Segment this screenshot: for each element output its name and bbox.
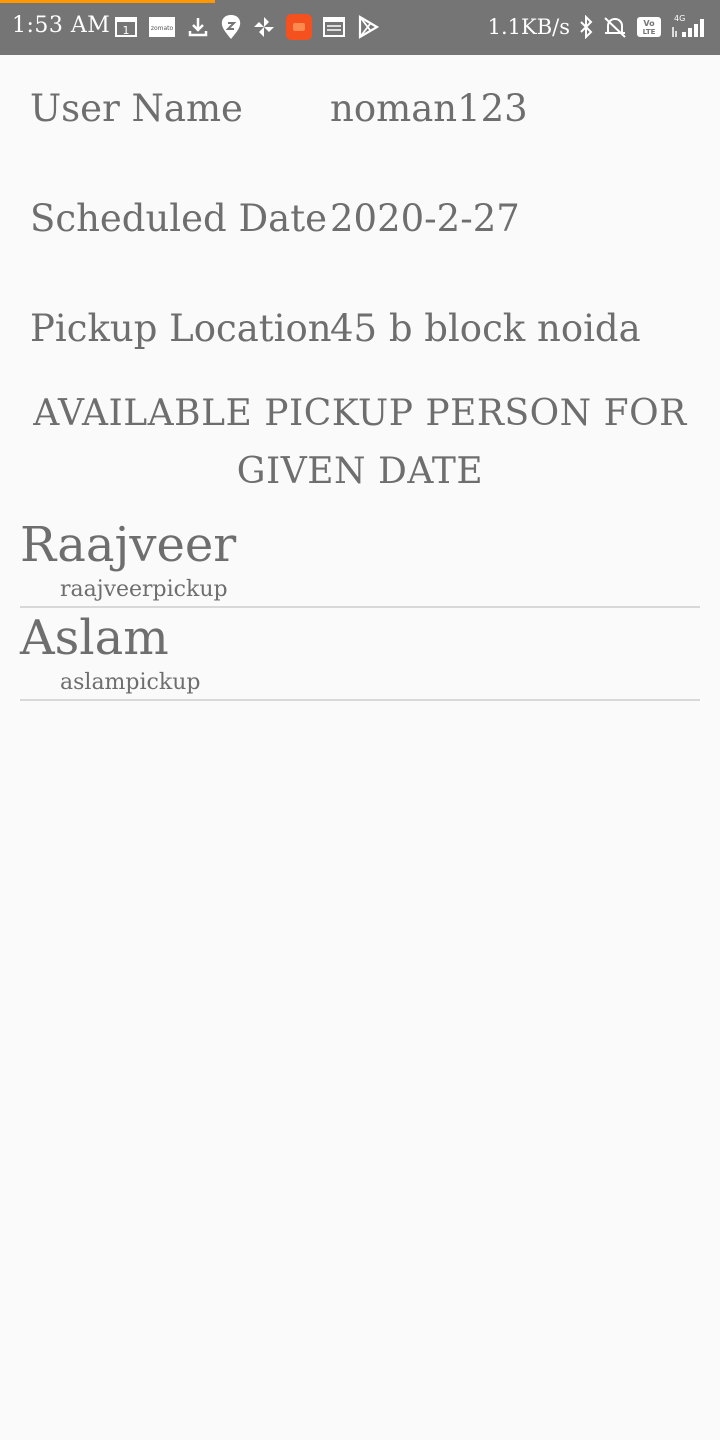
pinwheel-icon — [252, 15, 276, 39]
svg-text:4G: 4G — [674, 14, 685, 23]
pickup-person-username: aslampickup — [60, 670, 201, 695]
network-speed: 1.1KB/s — [487, 15, 570, 39]
svg-text:Vo: Vo — [643, 19, 655, 28]
orange-app-icon — [286, 14, 312, 40]
calendar-icon: 1 — [114, 15, 138, 39]
user-name-label: User Name — [30, 87, 243, 130]
pickup-person-username: raajveerpickup — [60, 577, 228, 602]
signal-icon: 4G — [670, 13, 710, 41]
scheduled-date-value: 2020-2-27 — [330, 197, 520, 240]
system-icons: 1.1KB/s Vo LTE 4G — [488, 13, 710, 41]
bluetooth-icon — [578, 15, 594, 39]
play-store-icon — [356, 15, 380, 39]
status-bar: 1:53 AM 1 zomato 1.1KB/s Vo LTE 4G — [0, 0, 720, 55]
section-title: AVAILABLE PICKUP PERSON FOR GIVEN DATE — [33, 393, 687, 492]
pickup-person-name: Aslam — [20, 610, 169, 666]
volte-icon: Vo LTE — [636, 15, 662, 39]
swiggy-icon — [220, 14, 242, 40]
browser-icon — [322, 15, 346, 39]
list-item[interactable]: Aslam aslampickup — [20, 608, 700, 701]
scheduled-date-label: Scheduled Date — [30, 197, 327, 240]
user-name-value: noman123 — [330, 87, 528, 130]
download-progress-line — [0, 0, 215, 3]
svg-text:zomato: zomato — [151, 25, 174, 32]
alarm-off-icon — [602, 15, 628, 39]
pickup-location-value: 45 b block noida — [330, 307, 641, 350]
notification-icons: 1 zomato — [114, 13, 380, 41]
svg-text:1: 1 — [123, 24, 130, 37]
svg-text:LTE: LTE — [643, 28, 656, 36]
zomato-icon: zomato — [148, 15, 176, 39]
download-icon — [186, 15, 210, 39]
list-item[interactable]: Raajveer raajveerpickup — [20, 515, 700, 608]
status-time: 1:53 AM — [12, 13, 111, 38]
pickup-person-name: Raajveer — [20, 517, 237, 573]
pickup-person-list: Raajveer raajveerpickup Aslam aslampicku… — [20, 515, 700, 701]
pickup-location-label: Pickup Location — [30, 307, 332, 350]
